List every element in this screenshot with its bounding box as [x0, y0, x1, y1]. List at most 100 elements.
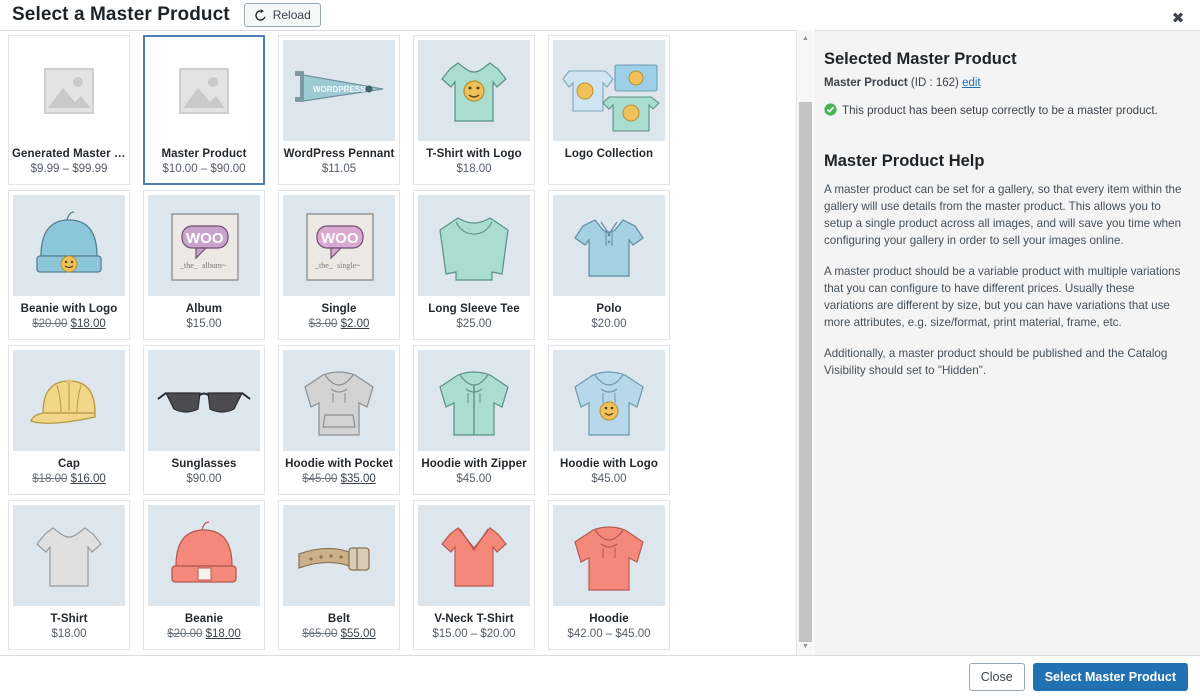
- product-thumbnail: [553, 40, 665, 141]
- product-cell[interactable]: Generated Master Product $9.99 – $99.99: [8, 35, 130, 185]
- product-cell[interactable]: V-Neck T-Shirt $15.00 – $20.00: [413, 500, 535, 650]
- product-name: Logo Collection: [564, 148, 654, 160]
- product-cell[interactable]: Belt $65.00 $55.00: [278, 500, 400, 650]
- product-cell[interactable]: T-Shirt with Logo $18.00: [413, 35, 535, 185]
- product-meta: Single $3.00 $2.00: [279, 296, 399, 339]
- product-price-sale: $18.00: [70, 318, 106, 330]
- product-name: Belt: [327, 613, 351, 625]
- scroll-up-arrow-icon[interactable]: ▲: [797, 30, 814, 47]
- product-price-sale: $35.00: [340, 473, 376, 485]
- product-cell[interactable]: Hoodie $42.00 – $45.00: [548, 500, 670, 650]
- help-paragraph-3: Additionally, a master product should be…: [824, 347, 1168, 377]
- product-thumbnail: [13, 505, 125, 606]
- status-text: This product has been setup correctly to…: [842, 104, 1158, 117]
- master-product-id-line: Master Product (ID : 162) edit: [824, 76, 1182, 91]
- svg-text:album~: album~: [202, 261, 227, 270]
- product-thumbnail: [553, 505, 665, 606]
- product-price: $20.00 $18.00: [147, 627, 261, 642]
- product-thumbnail: [283, 350, 395, 451]
- svg-text:_the_: _the_: [179, 261, 199, 270]
- product-thumbnail: [13, 195, 125, 296]
- product-cell[interactable]: Hoodie with Logo $45.00: [548, 345, 670, 495]
- reload-button[interactable]: Reload: [243, 3, 321, 27]
- product-meta: Master Product $10.00 – $90.00: [144, 141, 264, 184]
- product-cell[interactable]: Beanie $20.00 $18.00: [143, 500, 265, 650]
- product-name: T-Shirt with Logo: [426, 148, 522, 160]
- product-grid-pane: Generated Master Product $9.99 – $99.99 Ma…: [0, 30, 796, 655]
- product-price: $45.00: [591, 473, 627, 485]
- product-name: Single: [321, 303, 357, 315]
- product-name: Cap: [57, 458, 81, 470]
- svg-text:WOO: WOO: [321, 230, 359, 247]
- product-thumbnail: [553, 195, 665, 296]
- master-product-id: (ID : 162): [910, 77, 959, 89]
- product-cell[interactable]: WOO _the_ album~ Album $15.00: [143, 190, 265, 340]
- product-cell[interactable]: Beanie with Logo $20.00 $18.00: [8, 190, 130, 340]
- product-meta: T-Shirt $18.00: [9, 606, 129, 649]
- product-name: Sunglasses: [171, 458, 237, 470]
- product-thumbnail: [283, 505, 395, 606]
- product-meta: Generated Master Product $9.99 – $99.99: [9, 141, 129, 184]
- edit-link[interactable]: edit: [962, 77, 981, 89]
- product-price: $45.00: [456, 473, 492, 485]
- product-thumbnail: [418, 350, 530, 451]
- product-meta: Beanie $20.00 $18.00: [144, 606, 264, 649]
- product-price-original: $65.00: [302, 628, 338, 640]
- product-name: V-Neck T-Shirt: [434, 613, 514, 625]
- scrollbar-thumb[interactable]: [799, 102, 812, 642]
- product-meta: Beanie with Logo $20.00 $18.00: [9, 296, 129, 339]
- check-circle-icon: [824, 103, 837, 121]
- product-price-sale: $2.00: [340, 318, 370, 330]
- product-cell[interactable]: T-Shirt $18.00: [8, 500, 130, 650]
- product-price-original: $20.00: [32, 318, 68, 330]
- scroll-down-arrow-icon[interactable]: ▼: [797, 638, 814, 655]
- product-cell[interactable]: Long Sleeve Tee $25.00: [413, 190, 535, 340]
- select-master-product-button[interactable]: Select Master Product: [1032, 662, 1188, 691]
- product-cell[interactable]: Hoodie with Zipper $45.00: [413, 345, 535, 495]
- product-thumbnail: WOO _the_ single~: [283, 195, 395, 296]
- close-icon[interactable]: ✖: [1164, 4, 1192, 32]
- product-cell[interactable]: Sunglasses $90.00: [143, 345, 265, 495]
- product-thumbnail: [13, 40, 125, 141]
- product-price: $45.00 $35.00: [282, 472, 396, 487]
- reload-button-label: Reload: [272, 8, 311, 22]
- product-meta: Long Sleeve Tee $25.00: [414, 296, 534, 339]
- help-paragraph-1: A master product can be set for a galler…: [824, 183, 1182, 247]
- product-meta: Hoodie with Logo $45.00: [549, 451, 669, 494]
- product-thumbnail: [553, 350, 665, 451]
- product-thumbnail: [418, 505, 530, 606]
- product-cell[interactable]: Hoodie with Pocket $45.00 $35.00: [278, 345, 400, 495]
- product-thumbnail: [13, 350, 125, 451]
- product-meta: WordPress Pennant $11.05: [279, 141, 399, 184]
- product-name: Beanie: [184, 613, 224, 625]
- product-meta: Belt $65.00 $55.00: [279, 606, 399, 649]
- grid-scrollbar[interactable]: ▲ ▼: [796, 30, 813, 655]
- product-thumbnail: WOO _the_ album~: [148, 195, 260, 296]
- svg-text:_the_: _the_: [314, 261, 334, 270]
- master-product-help-heading: Master Product Help: [824, 152, 985, 170]
- product-cell[interactable]: Polo $20.00: [548, 190, 670, 340]
- help-paragraph-2: A master product should be a variable pr…: [824, 265, 1181, 329]
- product-grid: Generated Master Product $9.99 – $99.99 Ma…: [0, 31, 796, 655]
- product-price: $18.00: [456, 163, 492, 175]
- product-name: WordPress Pennant: [283, 148, 395, 160]
- product-name: Master Product: [161, 148, 247, 160]
- product-price: $65.00 $55.00: [282, 627, 396, 642]
- master-product-modal: Select a Master Product Reload ✖ Generat…: [0, 0, 1200, 697]
- product-price: $11.05: [321, 163, 357, 175]
- product-name: Generated Master Product: [12, 148, 126, 160]
- product-meta: Logo Collection: [549, 141, 669, 169]
- product-price-sale: $18.00: [205, 628, 241, 640]
- product-cell[interactable]: Master Product $10.00 – $90.00: [143, 35, 265, 185]
- close-button[interactable]: Close: [968, 662, 1025, 691]
- product-cell[interactable]: Cap $18.00 $16.00: [8, 345, 130, 495]
- product-cell[interactable]: WORDPRESS WordPress Pennant $11.05: [278, 35, 400, 185]
- product-thumbnail: [418, 195, 530, 296]
- product-cell[interactable]: WOO _the_ single~ Single $3.00 $2.00: [278, 190, 400, 340]
- svg-text:single~: single~: [337, 261, 361, 270]
- product-meta: Hoodie with Pocket $45.00 $35.00: [279, 451, 399, 494]
- product-meta: Hoodie $42.00 – $45.00: [549, 606, 669, 649]
- selected-master-product-heading: Selected Master Product: [824, 50, 1017, 68]
- product-cell[interactable]: Logo Collection: [548, 35, 670, 185]
- refresh-icon: [254, 8, 267, 22]
